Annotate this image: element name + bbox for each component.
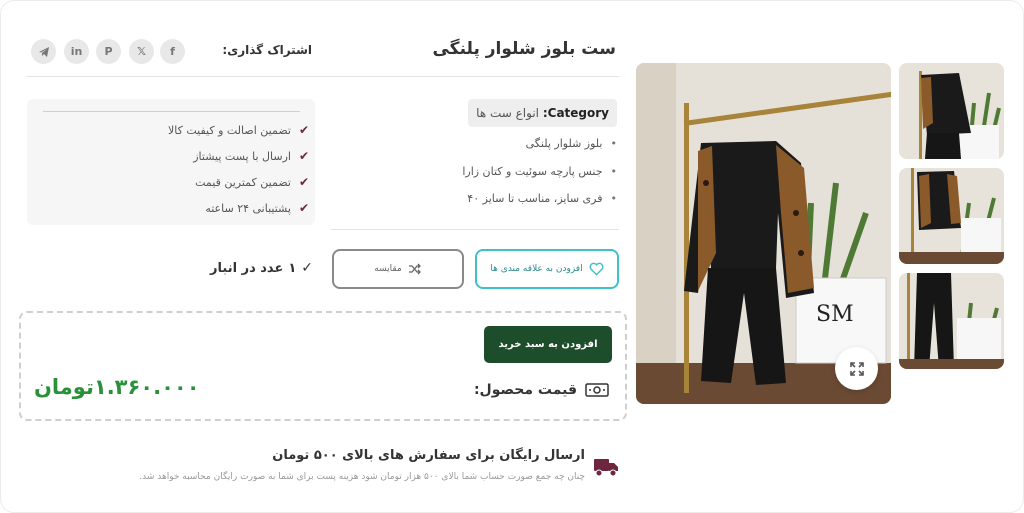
guarantee-text: تضمین کمترین قیمت	[195, 175, 291, 189]
stock-status: ✓ ۱ عدد در انبار	[210, 260, 313, 276]
price-label: قیمت محصول:	[474, 382, 609, 398]
category-tag[interactable]: Category: انواع ست ها	[468, 99, 617, 127]
x-icon[interactable]: 𝕏	[129, 39, 154, 64]
expand-image-button[interactable]	[835, 347, 878, 390]
price-label-text: قیمت محصول:	[473, 382, 577, 398]
feature-item: جنس پارچه سوئیت و کتان زارا	[462, 165, 617, 178]
guarantees-divider	[43, 111, 300, 112]
product-page: SM ست بلوز شلوار پلنگی اشتراک گذاری: f 𝕏…	[0, 0, 1024, 513]
stock-text: عدد در انبار	[210, 260, 284, 276]
expand-icon	[849, 361, 864, 376]
guarantee-item: ✔ پشتیبانی ۲۴ ساعته	[205, 201, 309, 215]
thumbnail-2[interactable]	[899, 168, 1004, 264]
heart-icon	[589, 262, 604, 276]
guarantee-text: ارسال با پست پیشتاز	[193, 149, 291, 163]
divider-top	[27, 76, 619, 77]
facebook-icon[interactable]: f	[160, 39, 185, 64]
money-icon	[585, 383, 609, 397]
compare-label: مقایسه	[374, 264, 402, 274]
guarantee-text: تضمین اصالت و کیفیت کالا	[167, 123, 291, 137]
guarantee-item: ✔ ارسال با پست پیشتاز	[193, 149, 309, 163]
check-icon: ✓	[301, 260, 313, 276]
pinterest-icon[interactable]: P	[96, 39, 121, 64]
check-icon: ✔	[298, 201, 309, 215]
divider-middle	[331, 229, 619, 230]
guarantee-item: ✔ تضمین کمترین قیمت	[195, 175, 309, 189]
free-shipping-title: ارسال رایگان برای سفارش های بالای ۵۰۰ تو…	[272, 448, 585, 463]
product-price: ۱.۳۶۰.۰۰۰تومان	[34, 375, 200, 399]
product-title: ست بلوز شلوار پلنگی	[432, 39, 616, 59]
check-icon: ✔	[298, 123, 309, 137]
brand-logo-text: SM	[816, 302, 854, 327]
guarantee-item: ✔ تضمین اصالت و کیفیت کالا	[168, 123, 309, 137]
category-value: انواع ست ها	[476, 106, 539, 120]
add-to-cart-button[interactable]: افزودن به سبد خرید	[484, 326, 612, 363]
shuffle-icon	[408, 263, 421, 275]
category-key: Category:	[542, 106, 609, 120]
telegram-icon[interactable]	[31, 39, 56, 64]
compare-button[interactable]: مقایسه	[332, 249, 464, 289]
check-icon: ✔	[298, 149, 309, 163]
thumbnail-3[interactable]	[899, 273, 1004, 369]
add-to-wishlist-button[interactable]: افزودن به علاقه مندی ها	[475, 249, 619, 289]
check-icon: ✔	[298, 175, 309, 189]
thumbnail-1[interactable]	[899, 63, 1004, 159]
guarantee-text: پشتیبانی ۲۴ ساعته	[205, 201, 291, 215]
stock-count: ۱	[288, 260, 297, 276]
linkedin-icon[interactable]: in	[64, 39, 89, 64]
truck-icon	[593, 456, 619, 482]
share-label: اشتراک گذاری:	[222, 43, 312, 57]
free-shipping-description: چنان چه جمع صورت حساب شما بالای ۵۰۰ هزار…	[139, 472, 585, 482]
feature-item: فری سایز، مناسب تا سایز ۴۰	[467, 192, 617, 205]
wishlist-label: افزودن به علاقه مندی ها	[490, 264, 583, 274]
feature-item: بلوز شلوار پلنگی	[526, 137, 617, 150]
